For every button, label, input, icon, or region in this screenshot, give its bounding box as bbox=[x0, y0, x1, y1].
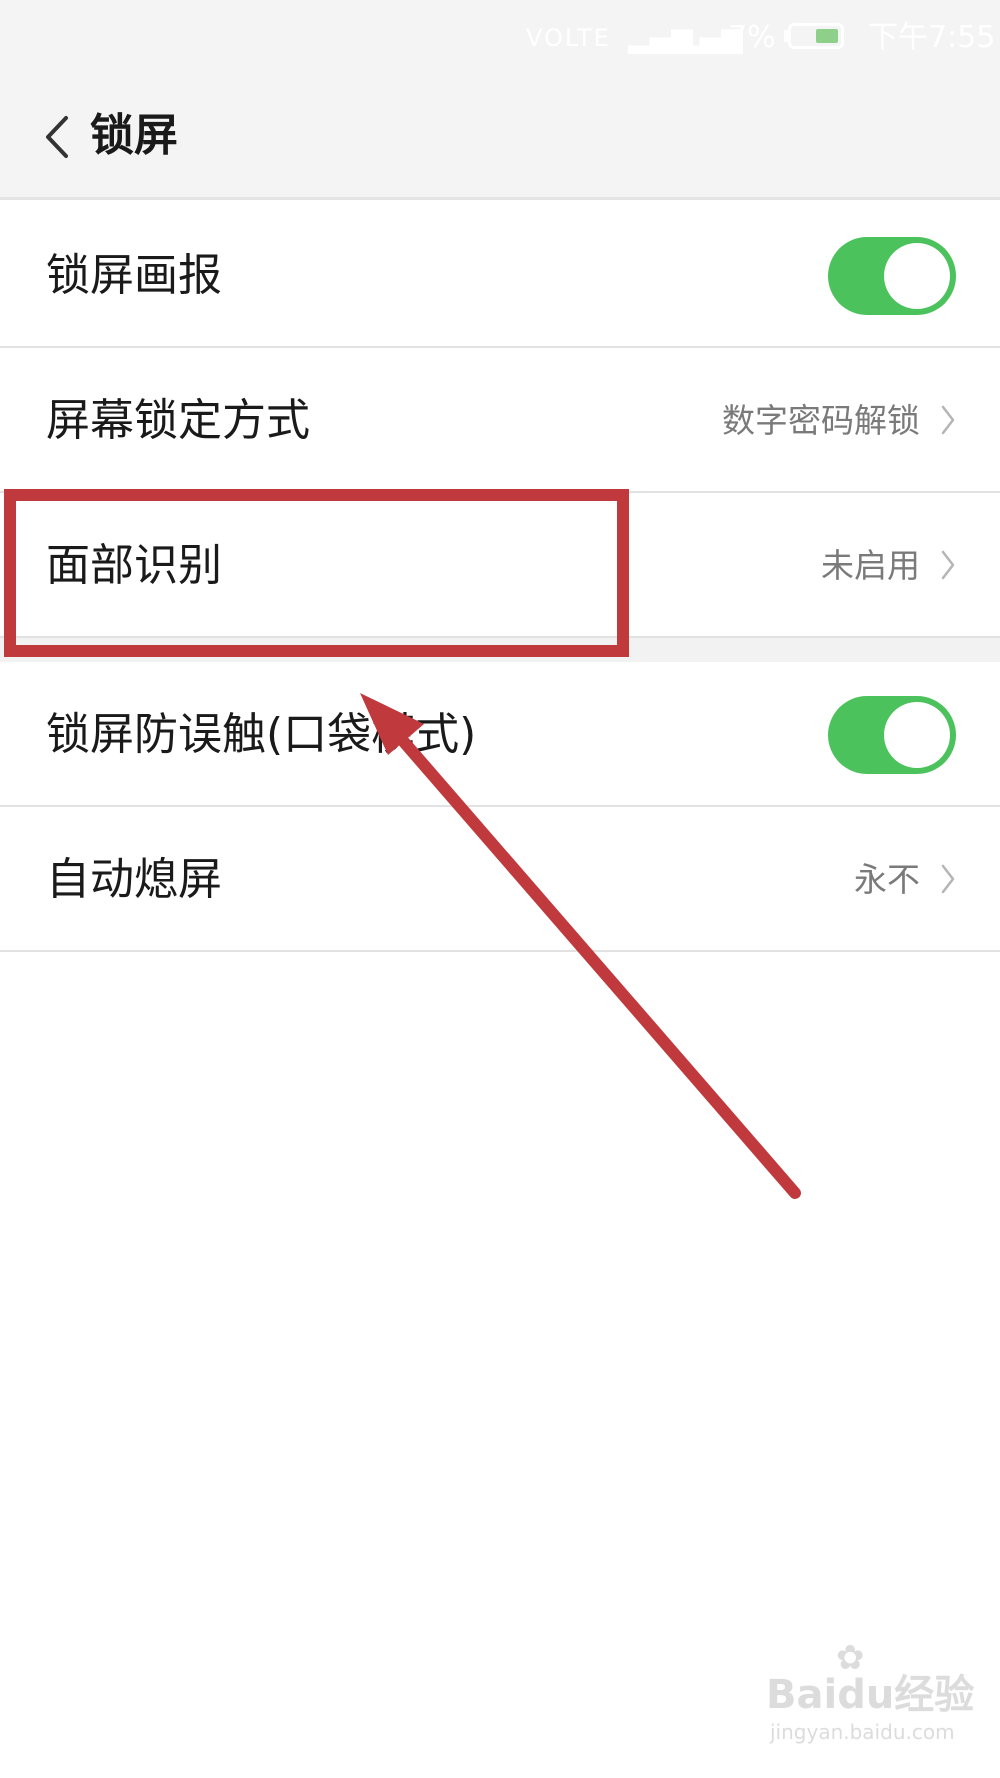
network-type: VOLTE bbox=[526, 24, 611, 52]
setting-label: 屏幕锁定方式 bbox=[46, 395, 310, 446]
setting-value: 数字密码解锁 bbox=[722, 401, 920, 440]
battery-percent: 7% bbox=[728, 20, 776, 55]
setting-label: 锁屏画报 bbox=[46, 250, 222, 301]
title-bar: 锁屏 bbox=[0, 76, 1000, 200]
setting-auto-screen-off[interactable]: 自动熄屏 永不 bbox=[0, 807, 1000, 952]
setting-lockscreen-magazine[interactable]: 锁屏画报 bbox=[0, 203, 1000, 348]
toggle-knob bbox=[884, 702, 950, 768]
chevron-right-icon bbox=[941, 550, 955, 580]
setting-label: 锁屏防误触(口袋模式) bbox=[46, 709, 477, 760]
toggle-knob bbox=[884, 243, 950, 309]
setting-pocket-mode[interactable]: 锁屏防误触(口袋模式) bbox=[0, 662, 1000, 807]
watermark-logo: Baidu经验 bbox=[766, 1672, 975, 1718]
watermark: ✿ Baidu经验 jingyan.baidu.com bbox=[766, 1638, 974, 1762]
chevron-left-icon[interactable] bbox=[42, 114, 72, 160]
setting-value: 永不 bbox=[854, 860, 920, 899]
setting-label: 自动熄屏 bbox=[46, 854, 222, 905]
page-title: 锁屏 bbox=[90, 110, 178, 161]
setting-value: 未启用 bbox=[821, 546, 920, 585]
pocket-mode-toggle[interactable] bbox=[828, 696, 956, 774]
highlight-box bbox=[4, 489, 629, 657]
watermark-url: jingyan.baidu.com bbox=[770, 1720, 955, 1744]
battery-icon bbox=[788, 23, 844, 49]
lockscreen-magazine-toggle[interactable] bbox=[828, 237, 956, 315]
status-time: 下午7:55 bbox=[868, 20, 996, 55]
chevron-right-icon bbox=[941, 864, 955, 894]
status-bar: VOLTE ▂▄▆ ▂▄▆ 7% 下午7:55 bbox=[0, 0, 1000, 76]
chevron-right-icon bbox=[941, 405, 955, 435]
setting-screen-lock-method[interactable]: 屏幕锁定方式 数字密码解锁 bbox=[0, 348, 1000, 493]
